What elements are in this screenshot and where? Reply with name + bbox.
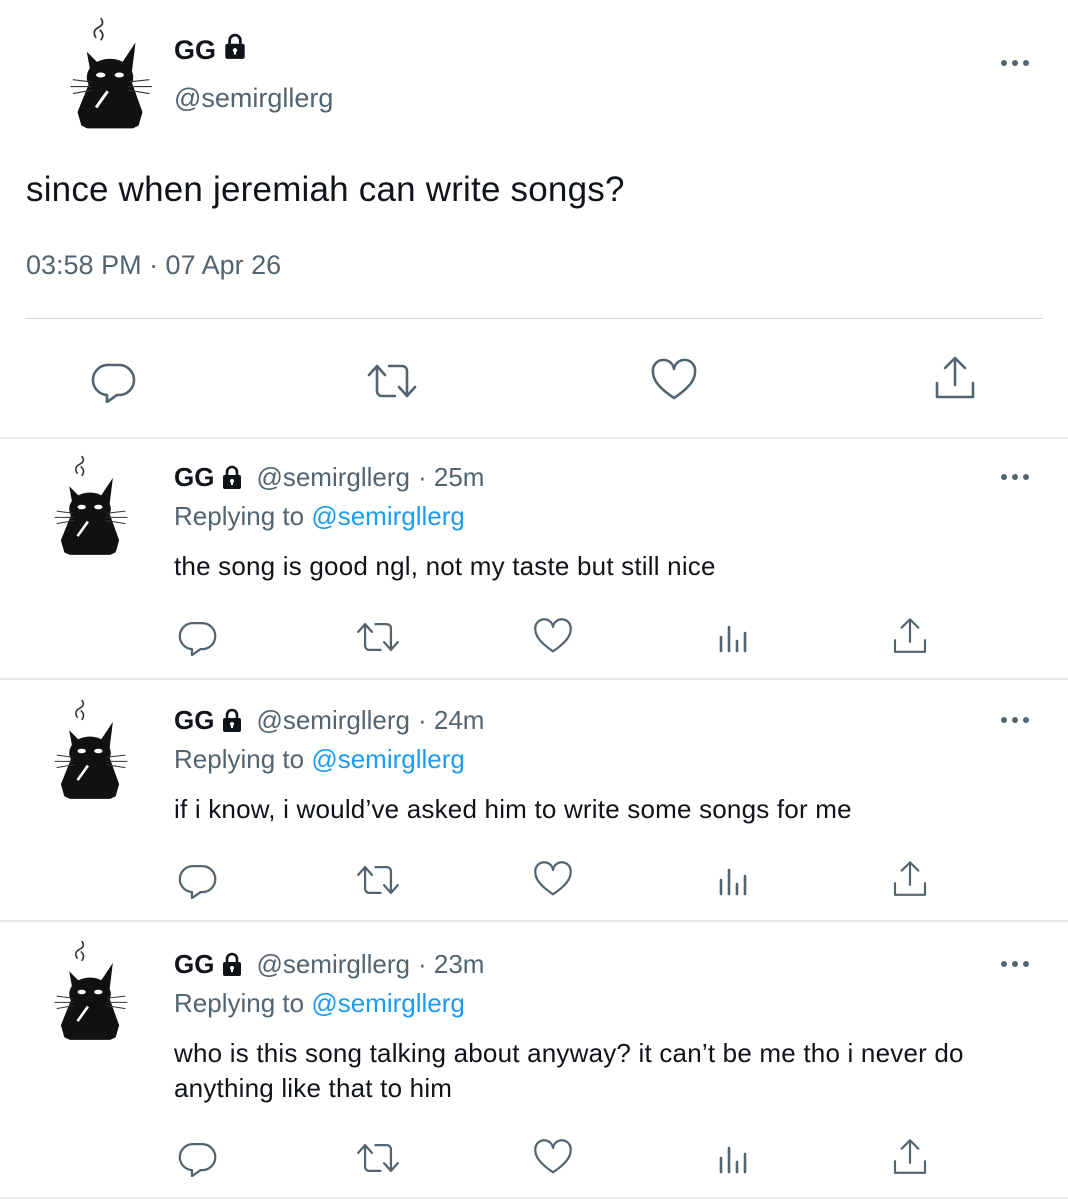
retweet-icon[interactable]	[352, 615, 404, 659]
reply-text: who is this song talking about anyway? i…	[174, 1038, 964, 1103]
replying-to-link[interactable]: @semirgllerg	[311, 988, 465, 1018]
reply-icon[interactable]	[176, 858, 220, 902]
retweet-icon[interactable]	[352, 1136, 404, 1180]
tweet-text: since when jeremiah can write songs?	[26, 170, 625, 209]
avatar[interactable]	[38, 455, 142, 559]
more-icon[interactable]	[998, 48, 1032, 83]
reply-text: the song is good ngl, not my taste but s…	[174, 551, 716, 581]
avatar[interactable]	[52, 17, 168, 133]
reply-text: if i know, i would’ve asked him to write…	[174, 794, 852, 824]
handle[interactable]: @semirgllerg	[256, 949, 410, 980]
reply-icon[interactable]	[176, 1136, 220, 1180]
replying-to-link[interactable]: @semirgllerg	[311, 744, 465, 774]
avatar[interactable]	[38, 699, 142, 803]
display-name[interactable]: GG	[174, 35, 216, 66]
time-ago[interactable]: · 25m	[418, 462, 484, 493]
handle[interactable]: @semirgllerg	[256, 462, 410, 493]
share-icon[interactable]	[888, 1134, 932, 1180]
reply-icon[interactable]	[88, 356, 140, 406]
avatar[interactable]	[38, 940, 142, 1044]
lock-icon	[220, 708, 244, 734]
divider	[0, 1197, 1068, 1199]
replying-label: Replying to	[174, 501, 305, 531]
share-icon[interactable]	[888, 856, 932, 902]
like-icon[interactable]	[648, 356, 700, 406]
handle[interactable]: @semirgllerg	[174, 83, 333, 114]
divider	[0, 920, 1068, 922]
views-icon[interactable]	[714, 858, 754, 902]
share-icon[interactable]	[930, 352, 980, 404]
retweet-icon[interactable]	[352, 858, 404, 902]
lock-icon	[220, 465, 244, 491]
divider	[0, 437, 1068, 439]
views-icon[interactable]	[714, 1136, 754, 1180]
share-icon[interactable]	[888, 613, 932, 659]
replying-to-link[interactable]: @semirgllerg	[311, 501, 465, 531]
display-name[interactable]: GG	[174, 949, 214, 980]
more-icon[interactable]	[998, 949, 1032, 984]
more-icon[interactable]	[998, 705, 1032, 740]
like-icon[interactable]	[530, 1136, 576, 1180]
like-icon[interactable]	[530, 858, 576, 902]
reply-icon[interactable]	[176, 615, 220, 659]
divider	[25, 318, 1043, 319]
more-icon[interactable]	[998, 462, 1032, 497]
lock-icon	[220, 952, 244, 978]
time-ago[interactable]: · 23m	[418, 949, 484, 980]
timestamp[interactable]: 03:58 PM · 07 Apr 26	[26, 250, 281, 281]
time-ago[interactable]: · 24m	[418, 705, 484, 736]
lock-icon	[222, 33, 248, 68]
display-name[interactable]: GG	[174, 462, 214, 493]
like-icon[interactable]	[530, 615, 576, 659]
display-name[interactable]: GG	[174, 705, 214, 736]
replying-label: Replying to	[174, 744, 305, 774]
divider	[0, 678, 1068, 680]
handle[interactable]: @semirgllerg	[256, 705, 410, 736]
retweet-icon[interactable]	[362, 356, 422, 406]
replying-label: Replying to	[174, 988, 305, 1018]
views-icon[interactable]	[714, 615, 754, 659]
